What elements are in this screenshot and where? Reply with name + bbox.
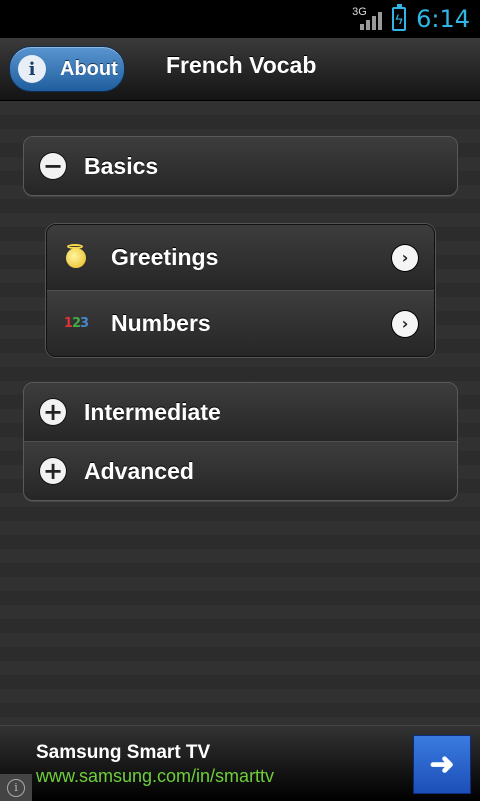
ad-banner[interactable]: Samsung Smart TV www.samsung.com/in/smar…	[0, 725, 480, 801]
battery-charging-icon: ϟ	[392, 4, 407, 31]
arrow-right-icon: ➜	[429, 748, 455, 781]
info-icon: i	[18, 55, 46, 83]
section-header-advanced[interactable]: + Advanced	[24, 441, 457, 500]
numbers-123-icon: 123	[63, 316, 89, 331]
smiley-halo-icon	[63, 243, 89, 271]
about-label: About	[60, 57, 118, 80]
status-bar: 3G ϟ 6:14	[0, 0, 480, 38]
section-header-intermediate[interactable]: + Intermediate	[24, 383, 457, 441]
ad-title: Samsung Smart TV	[36, 742, 211, 763]
info-icon: i	[7, 778, 25, 797]
minus-icon: −	[40, 153, 66, 179]
list-item-numbers[interactable]: 123 Numbers ›	[47, 290, 434, 356]
section-basics: − Basics	[23, 136, 458, 196]
plus-icon: +	[40, 399, 66, 425]
ad-url[interactable]: www.samsung.com/in/smarttv	[36, 766, 274, 787]
ad-go-button[interactable]: ➜	[413, 735, 471, 794]
chevron-right-icon[interactable]: ›	[392, 244, 418, 271]
list-item-greetings[interactable]: Greetings ›	[47, 225, 434, 290]
plus-icon: +	[40, 458, 66, 484]
list-item-label: Numbers	[111, 310, 211, 336]
header-bar: i About French Vocab	[0, 38, 480, 101]
page-title: French Vocab	[166, 52, 317, 78]
section-label: Intermediate	[84, 398, 221, 425]
about-button[interactable]: i About	[9, 46, 125, 92]
status-time: 6:14	[416, 5, 470, 33]
basics-list: Greetings › 123 Numbers ›	[46, 224, 435, 357]
section-header-basics[interactable]: − Basics	[24, 137, 457, 195]
signal-icon: 3G	[352, 6, 383, 32]
section-group-more: + Intermediate + Advanced	[23, 382, 458, 501]
ad-info-button[interactable]: i	[0, 774, 32, 801]
list-item-label: Greetings	[111, 244, 219, 270]
chevron-right-icon[interactable]: ›	[392, 310, 418, 337]
section-label: Advanced	[84, 457, 194, 484]
section-label: Basics	[84, 152, 159, 179]
